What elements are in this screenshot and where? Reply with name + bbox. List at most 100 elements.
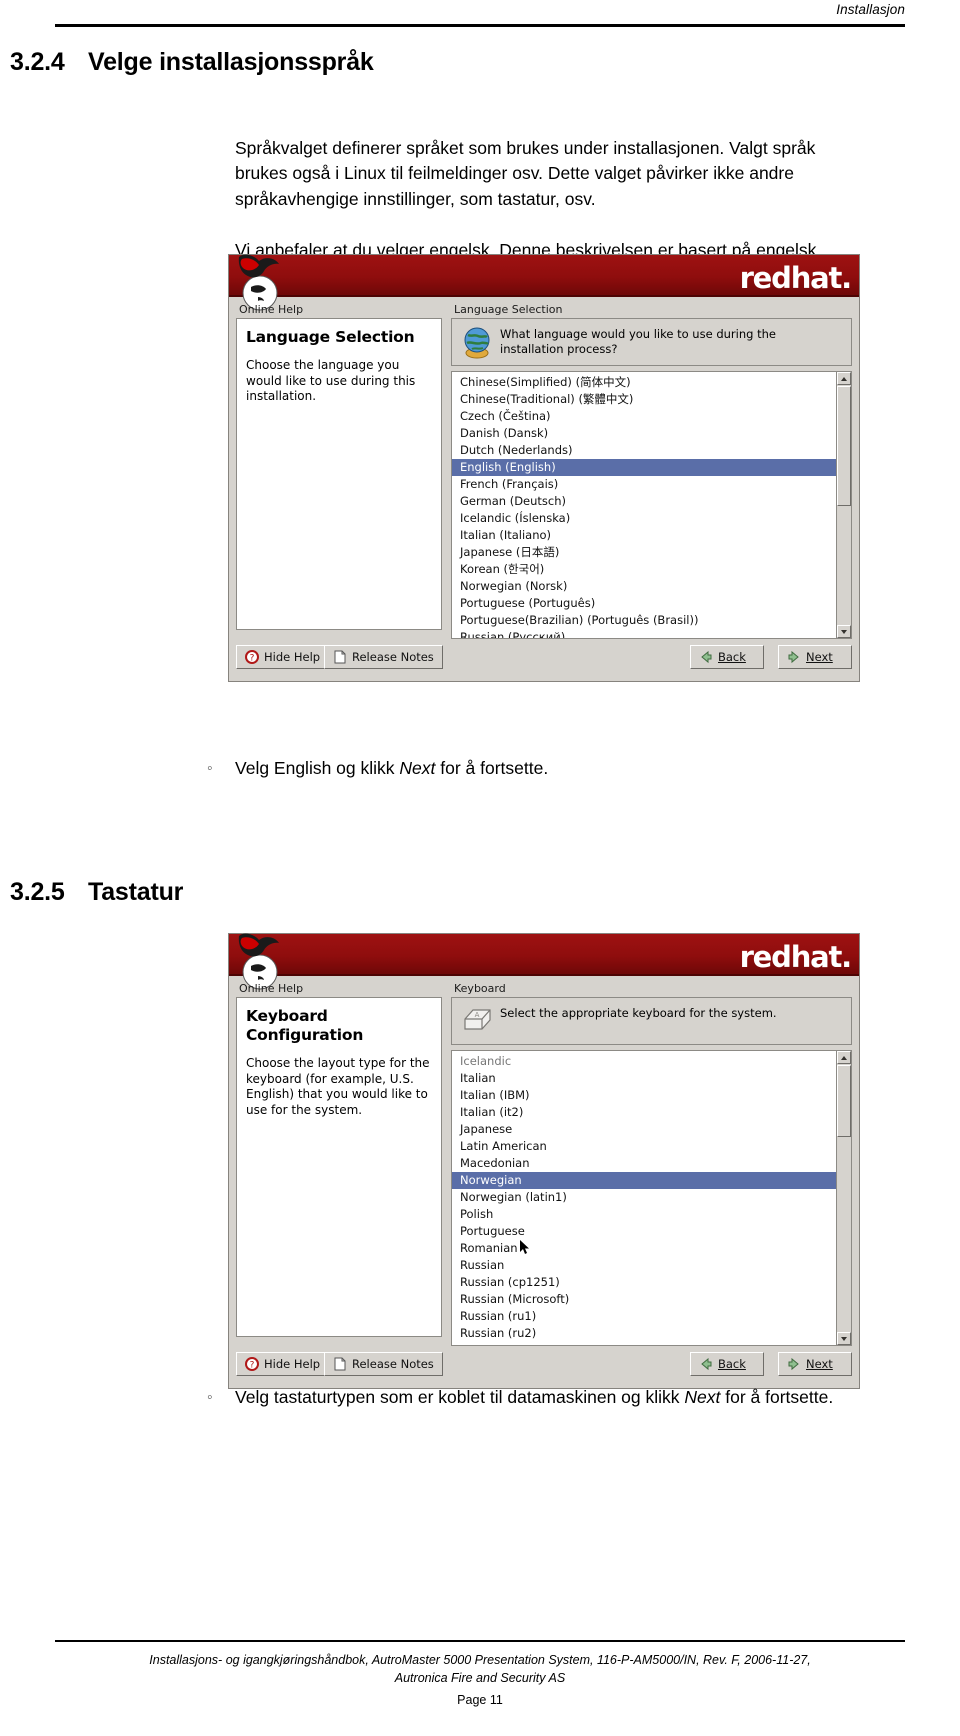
keyboard-banner: A Select the appropriate keyboard for th… [451,997,852,1045]
footer-rule [55,1640,905,1642]
chevron-up-icon [841,1055,847,1060]
section-heading-325: 3.2.5 Tastatur [10,878,183,907]
bullet-language-before: Velg English og klikk [235,758,400,778]
keyboard-pane-label: Keyboard [454,982,506,995]
help-body: Choose the layout type for the keyboard … [246,1056,430,1117]
footer-line-1: Installasjons- og igangkjøringshåndbok, … [149,1653,811,1667]
list-item[interactable]: Japanese [452,1121,836,1138]
section-heading-324: 3.2.4 Velge installasjonsspråk [10,48,374,77]
list-item[interactable]: Danish (Dansk) [452,425,836,442]
keyboard-key-icon: A [464,1009,491,1030]
list-item[interactable]: Dutch (Nederlands) [452,442,836,459]
next-button[interactable]: Next [778,1352,852,1376]
list-item[interactable]: Chinese(Traditional) (繁體中文) [452,391,836,408]
hide-help-button[interactable]: ? Hide Help [236,645,330,669]
list-item[interactable]: Portuguese (Português) [452,595,836,612]
language-list-scrollbar[interactable] [836,372,851,638]
list-item[interactable]: Norwegian (Norsk) [452,578,836,595]
help-circle-icon: ? [245,650,259,664]
next-label: Next [806,1357,833,1371]
language-list-items[interactable]: Chinese(Simplified) (简体中文) Chinese(Tradi… [452,372,836,638]
list-item-selected[interactable]: English (English) [452,459,836,476]
hide-help-button[interactable]: ? Hide Help [236,1352,330,1376]
language-selection-label: Language Selection [454,303,563,316]
scrollbar-thumb[interactable] [837,386,851,506]
chevron-up-icon [841,376,847,381]
list-item[interactable]: Italian [452,1070,836,1087]
list-item[interactable]: Macedonian [452,1155,836,1172]
scrollbar-thumb[interactable] [837,1065,851,1137]
list-item[interactable]: Polish [452,1206,836,1223]
section-title-324: Velge installasjonsspråk [88,48,374,76]
help-body: Choose the language you would like to us… [246,358,416,403]
keyboard-list[interactable]: Icelandic Italian Italian (IBM) Italian … [451,1050,852,1346]
list-item[interactable]: French (Français) [452,476,836,493]
list-item[interactable]: German (Deutsch) [452,493,836,510]
list-item[interactable]: Russian (ru1) [452,1308,836,1325]
list-item[interactable]: Norwegian (latin1) [452,1189,836,1206]
chevron-down-icon [841,629,847,634]
list-item[interactable]: Russian [452,1257,836,1274]
online-help-label: Online Help [239,303,304,316]
keyboard-list-scrollbar[interactable] [836,1051,851,1345]
keyboard-list-items[interactable]: Icelandic Italian Italian (IBM) Italian … [452,1051,836,1345]
list-item[interactable]: Russian (cp1251) [452,1274,836,1291]
list-item[interactable]: Russian (Русский) [452,629,836,638]
section-number-325: 3.2.5 [10,878,65,906]
globe-icon [464,327,490,359]
list-item[interactable]: Russian (ru2) [452,1325,836,1342]
online-help-pane: Online Help Language Selection Choose th… [236,303,442,639]
scroll-down-button[interactable] [837,1332,851,1345]
next-button[interactable]: Next [778,645,852,669]
list-item[interactable]: Italian (IBM) [452,1087,836,1104]
online-help-pane-keyboard: Online Help Keyboard Configuration Choos… [236,982,442,1346]
release-notes-button[interactable]: Release Notes [324,645,443,669]
arrow-right-icon [788,1357,799,1371]
keyboard-banner-text: Select the appropriate keyboard for the … [500,1006,777,1020]
list-item[interactable]: Japanese (日本語) [452,544,836,561]
page-header: Installasjon [55,0,905,40]
list-item[interactable]: Italian (it2) [452,1104,836,1121]
scroll-down-button[interactable] [837,625,851,638]
online-help-box: Keyboard Configuration Choose the layout… [236,997,442,1337]
scroll-up-button[interactable] [837,372,851,385]
document-content: 3.2.4 Velge installasjonsspråk Språkvalge… [0,40,960,1736]
list-item[interactable]: Latin American [452,1138,836,1155]
list-item-selected[interactable]: Norwegian [452,1172,836,1189]
bullet-keyboard-after: for å fortsette. [720,1387,834,1407]
paragraph-324-1: Språkvalget definerer språket som brukes… [235,137,816,209]
bullet-dot-icon: ◦ [207,760,213,777]
back-button[interactable]: Back [690,645,764,669]
installer-panes: Online Help Language Selection Choose th… [229,297,859,639]
footer-page-number: Page 11 [457,1693,503,1707]
list-item[interactable]: Czech (Čeština) [452,408,836,425]
redhat-wordmark: redhat. [739,261,853,295]
online-help-label: Online Help [239,982,304,995]
scroll-up-button[interactable] [837,1051,851,1064]
list-item[interactable]: Icelandic (Íslenska) [452,510,836,527]
list-item[interactable]: Portuguese(Brazilian) (Português (Brasil… [452,612,836,629]
list-item[interactable]: Portuguese [452,1223,836,1240]
installer-titlebar-keyboard: redhat. [229,933,859,990]
screenshot-language-selection: redhat. Online Help Language Selection C… [228,254,860,682]
installer-button-bar: ? Hide Help Release Notes Back Next [236,645,852,675]
document-page-icon [334,650,346,664]
list-item[interactable]: Russian (win) [452,1342,836,1345]
back-button[interactable]: Back [690,1352,764,1376]
back-label: Back [718,650,746,664]
list-item[interactable]: Romanian [452,1240,836,1257]
bullet-language-emphasis: Next [399,758,436,778]
installer-button-bar-keyboard: ? Hide Help Release Notes Back Next [236,1352,852,1382]
list-item[interactable]: Italian (Italiano) [452,527,836,544]
list-item[interactable]: Icelandic [452,1053,836,1070]
list-item[interactable]: Russian (Microsoft) [452,1291,836,1308]
list-item[interactable]: Korean (한국어) [452,561,836,578]
next-label: Next [806,650,833,664]
list-item[interactable]: Chinese(Simplified) (简体中文) [452,374,836,391]
help-title: Keyboard Configuration [246,1007,364,1044]
release-notes-button[interactable]: Release Notes [324,1352,443,1376]
hide-help-label: Hide Help [264,650,321,664]
language-list[interactable]: Chinese(Simplified) (简体中文) Chinese(Tradi… [451,371,852,639]
document-page-icon [334,1357,346,1371]
arrow-left-icon [701,1357,712,1371]
